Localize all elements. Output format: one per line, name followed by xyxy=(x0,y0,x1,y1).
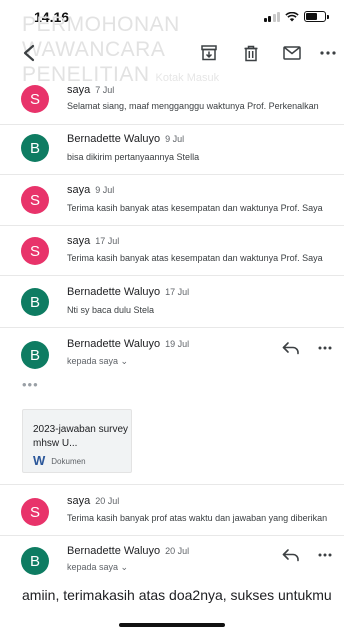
message-sender: saya 17 Jul xyxy=(67,235,119,247)
message-snippet: Nti sy baca dulu Stela xyxy=(67,305,155,315)
attachment-card[interactable]: 2023-jawaban survey mhsw U... W Dokumen xyxy=(22,409,132,473)
attachment-name: 2023-jawaban survey mhsw U... xyxy=(33,424,129,449)
divider xyxy=(0,484,344,485)
reply-icon xyxy=(282,549,299,562)
avatar: S xyxy=(21,85,49,113)
message-more-button[interactable] xyxy=(314,546,336,564)
message-date: 17 Jul xyxy=(95,236,120,246)
back-button[interactable] xyxy=(16,40,42,66)
archive-icon xyxy=(201,45,217,61)
delete-button[interactable] xyxy=(238,40,264,66)
message-date: 20 Jul xyxy=(165,546,190,556)
recipient-details-toggle[interactable]: kepada saya ⌄ xyxy=(67,562,128,573)
sender-name: saya xyxy=(67,84,91,96)
more-horizontal-icon xyxy=(320,51,336,55)
more-options-button[interactable] xyxy=(315,40,341,66)
message-sender: Bernadette Waluyo 17 Jul xyxy=(67,286,189,298)
divider xyxy=(0,124,344,125)
mail-icon xyxy=(283,46,301,60)
more-horizontal-icon xyxy=(318,553,332,557)
message-more-button[interactable] xyxy=(314,339,336,357)
message-snippet: Selamat siang, maaf mengganggu waktunya … xyxy=(67,101,319,111)
avatar: S xyxy=(21,237,49,265)
avatar: S xyxy=(21,186,49,214)
divider xyxy=(0,535,344,536)
avatar: B xyxy=(21,288,49,316)
message-date: 19 Jul xyxy=(165,339,190,349)
message-sender: saya 7 Jul xyxy=(67,84,114,96)
trash-icon xyxy=(244,45,258,61)
message-sender: saya 9 Jul xyxy=(67,184,114,196)
message-sender: Bernadette Waluyo 19 Jul xyxy=(67,338,189,350)
attachment-type-label: Dokumen xyxy=(51,456,86,466)
sender-name: saya xyxy=(67,495,91,507)
message-sender: saya 20 Jul xyxy=(67,495,119,507)
sender-name: saya xyxy=(67,235,91,247)
message-date: 7 Jul xyxy=(95,85,115,95)
divider xyxy=(0,275,344,276)
sender-name: Bernadette Waluyo xyxy=(67,338,161,350)
divider xyxy=(0,327,344,328)
message-sender: Bernadette Waluyo 9 Jul xyxy=(67,133,184,145)
avatar: S xyxy=(21,498,49,526)
message-snippet: bisa dikirim pertanyaannya Stella xyxy=(67,152,200,162)
attachment-type: W Dokumen xyxy=(33,454,86,468)
show-quoted-text-button[interactable]: ••• xyxy=(22,377,39,392)
sender-name: saya xyxy=(67,184,91,196)
home-indicator[interactable] xyxy=(119,623,225,627)
archive-button[interactable] xyxy=(196,40,222,66)
avatar: B xyxy=(21,547,49,575)
divider xyxy=(0,225,344,226)
message-date: 9 Jul xyxy=(95,185,115,195)
thread-toolbar xyxy=(0,38,344,68)
avatar: B xyxy=(21,341,49,369)
sender-name: Bernadette Waluyo xyxy=(67,286,161,298)
message-snippet: Terima kasih banyak prof atas waktu dan … xyxy=(67,513,328,523)
reply-button[interactable] xyxy=(280,339,302,357)
message-date: 9 Jul xyxy=(165,134,185,144)
message-sender: Bernadette Waluyo 20 Jul xyxy=(67,545,189,557)
folder-label: Kotak Masuk xyxy=(155,72,220,84)
arrow-back-icon xyxy=(23,44,35,62)
more-horizontal-icon xyxy=(318,346,332,350)
message-date: 17 Jul xyxy=(165,287,190,297)
sender-name: Bernadette Waluyo xyxy=(67,133,161,145)
reply-icon xyxy=(282,342,299,355)
word-document-icon: W xyxy=(33,453,46,468)
recipient-details-toggle[interactable]: kepada saya ⌄ xyxy=(67,356,128,367)
message-snippet: Terima kasih banyak atas kesempatan dan … xyxy=(67,203,323,213)
mark-unread-button[interactable] xyxy=(279,40,305,66)
message-snippet: Terima kasih banyak atas kesempatan dan … xyxy=(67,253,323,263)
message-date: 20 Jul xyxy=(95,496,120,506)
sender-name: Bernadette Waluyo xyxy=(67,545,161,557)
divider xyxy=(0,174,344,175)
message-body: amiin, terimakasih atas doa2nya, sukses … xyxy=(22,587,332,603)
avatar: B xyxy=(21,134,49,162)
reply-button[interactable] xyxy=(280,546,302,564)
